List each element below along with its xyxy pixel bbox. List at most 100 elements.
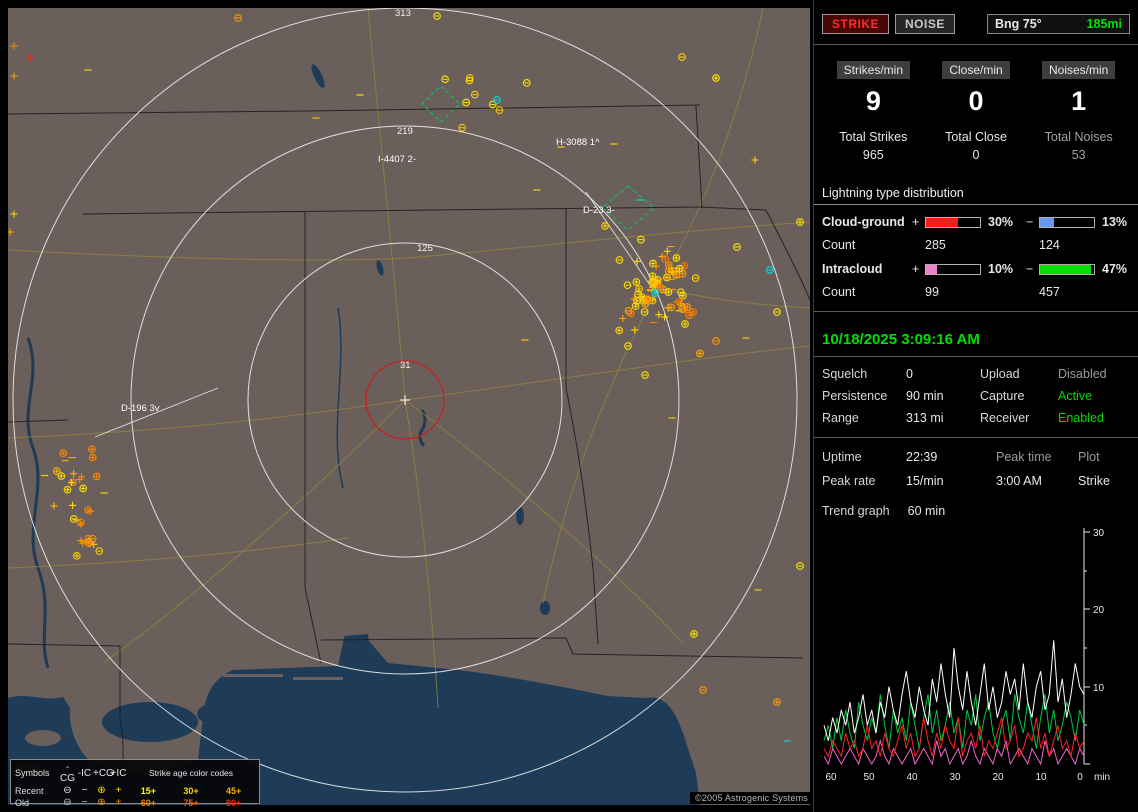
cloud-ground-label: Cloud-ground xyxy=(822,215,905,229)
close-per-min-column: Close/min 0 Total Close 0 xyxy=(925,61,1028,162)
close-per-min-badge: Close/min xyxy=(942,61,1010,79)
peak-rate-value: 15/min xyxy=(906,474,944,488)
copyright-text: ©2005 Astrogenic Systems xyxy=(690,792,813,804)
bearing-range-display: Bng 75° 185mi xyxy=(987,13,1130,34)
count-label: Count xyxy=(822,285,856,299)
plus-sign: + xyxy=(912,215,920,229)
divider xyxy=(814,356,1138,357)
legend-age-row: 15+ 30+ 45+ xyxy=(140,785,242,796)
close-per-min-value: 0 xyxy=(968,86,984,116)
noises-per-min-badge: Noises/min xyxy=(1042,61,1116,79)
noise-indicator[interactable]: NOISE xyxy=(895,13,955,34)
cell-label: D-196 3v xyxy=(121,403,160,414)
ring-label-31: 31 xyxy=(400,360,411,371)
session-grid: Uptime 22:39 Peak time Plot Peak rate 15… xyxy=(822,450,1130,488)
uptime-value: 22:39 xyxy=(906,450,938,464)
divider xyxy=(814,44,1138,45)
cloud-ground-minus-count: 124 xyxy=(1039,238,1060,252)
strikes-per-min-badge: Strikes/min xyxy=(836,61,910,79)
intracloud-row: Intracloud + 10% − 47% xyxy=(822,262,1130,276)
legend-type-header: -IC xyxy=(77,767,92,779)
x-unit-label: min xyxy=(1094,772,1110,783)
trend-graph-header: Trend graph 60 min xyxy=(822,504,1130,518)
range-label: Range xyxy=(822,411,859,425)
squelch-value: 0 xyxy=(906,367,913,381)
divider xyxy=(814,311,1138,312)
symbol-neg-cg: ⊖ xyxy=(63,797,72,808)
legend-age-row: 60+ 75+ 90+ xyxy=(140,797,242,808)
svg-text:0: 0 xyxy=(1077,772,1083,783)
total-strikes-label: Total Strikes xyxy=(839,130,908,144)
legend-row-label: Old xyxy=(15,797,30,808)
peak-time-label: Peak time xyxy=(996,450,1052,464)
peak-rate-label: Peak rate xyxy=(822,474,876,488)
intracloud-minus-bar xyxy=(1039,263,1095,275)
trend-graph-window: 60 min xyxy=(907,504,946,518)
cloud-ground-minus-pct: 13% xyxy=(1102,215,1128,229)
ring-label-219: 219 xyxy=(397,126,413,137)
svg-text:40: 40 xyxy=(906,772,918,783)
count-label: Count xyxy=(822,238,856,252)
svg-text:30: 30 xyxy=(949,772,961,783)
cell-label: I-4407 2- xyxy=(378,154,416,165)
legend-age-title: Strike age color codes xyxy=(148,768,234,778)
lightning-map[interactable]: 313 219 125 31 H-3088 1^ I-4407 2- D-23 … xyxy=(8,8,810,805)
symbol-pos-ic: + xyxy=(115,785,122,796)
receiver-value: Enabled xyxy=(1058,411,1104,425)
cloud-ground-minus-bar xyxy=(1039,216,1095,228)
distribution-title: Lightning type distribution xyxy=(814,186,1138,205)
legend-type-header: +IC xyxy=(110,767,127,779)
indicator-bar: STRIKE NOISE Bng 75° 185mi xyxy=(822,13,1130,34)
total-noises-value: 53 xyxy=(1071,148,1086,162)
symbol-neg-ic: − xyxy=(81,797,88,808)
plus-sign: + xyxy=(912,262,920,276)
trend-y-axis xyxy=(1083,528,1090,765)
y-tick-10: 10 xyxy=(1093,683,1105,694)
intracloud-plus-pct: 10% xyxy=(988,262,1014,276)
map-panel[interactable]: 313 219 125 31 H-3088 1^ I-4407 2- D-23 … xyxy=(8,8,810,805)
capture-label: Capture xyxy=(980,389,1025,403)
squelch-label: Squelch xyxy=(822,367,868,381)
symbol-pos-cg: ⊕ xyxy=(97,797,106,808)
range-value: 313 mi xyxy=(906,411,944,425)
distance-value: 185mi xyxy=(1086,16,1122,31)
current-datetime: 10/18/2025 3:09:16 AM xyxy=(822,331,980,348)
total-strikes-value: 965 xyxy=(862,148,884,162)
upload-value: Disabled xyxy=(1058,367,1107,381)
status-panel: STRIKE NOISE Bng 75° 185mi Strikes/min 9… xyxy=(813,0,1138,812)
bearing-value: Bng 75° xyxy=(995,16,1042,31)
noises-per-min-column: Noises/min 1 Total Noises 53 xyxy=(1027,61,1130,162)
legend-type-header: -CG xyxy=(60,762,75,784)
noises-per-min-value: 1 xyxy=(1071,86,1087,116)
trend-x-labels: 60 50 40 30 20 10 0 min xyxy=(825,772,1110,783)
intracloud-minus-pct: 47% xyxy=(1102,262,1128,276)
svg-text:50: 50 xyxy=(863,772,875,783)
persistence-label: Persistence xyxy=(822,389,888,403)
svg-text:10: 10 xyxy=(1035,772,1047,783)
cloud-ground-plus-count: 285 xyxy=(925,238,946,252)
strikes-per-min-value: 9 xyxy=(865,86,881,116)
upload-label: Upload xyxy=(980,367,1020,381)
symbol-neg-ic: − xyxy=(81,785,88,796)
legend-row-label: Recent xyxy=(15,785,44,796)
y-tick-20: 20 xyxy=(1093,605,1105,616)
rate-stats: Strikes/min 9 Total Strikes 965 Close/mi… xyxy=(822,61,1130,162)
cloud-ground-row: Cloud-ground + 30% − 13% xyxy=(822,215,1130,229)
ring-label-125: 125 xyxy=(417,243,433,254)
total-close-value: 0 xyxy=(972,148,980,162)
cell-label: D-23 3- xyxy=(583,205,615,216)
intracloud-label: Intracloud xyxy=(822,262,883,276)
app-window: 313 219 125 31 H-3088 1^ I-4407 2- D-23 … xyxy=(0,0,1138,812)
plot-label: Plot xyxy=(1078,450,1100,464)
legend-symbols-title: Symbols xyxy=(15,768,50,778)
plot-value: Strike xyxy=(1078,474,1110,488)
intracloud-plus-count: 99 xyxy=(925,285,939,299)
strike-indicator[interactable]: STRIKE xyxy=(822,13,890,34)
strikes-per-min-column: Strikes/min 9 Total Strikes 965 xyxy=(822,61,925,162)
symbol-neg-cg: ⊖ xyxy=(63,785,72,796)
receiver-label: Receiver xyxy=(980,411,1030,425)
minus-sign: − xyxy=(1026,215,1034,229)
intracloud-count-row: Count 99 457 xyxy=(822,285,1130,299)
map-legend: Symbols -CG -IC +CG +IC Strike age color… xyxy=(10,759,260,808)
device-status-grid: Squelch 0 Upload Disabled Persistence 90… xyxy=(822,367,1130,425)
